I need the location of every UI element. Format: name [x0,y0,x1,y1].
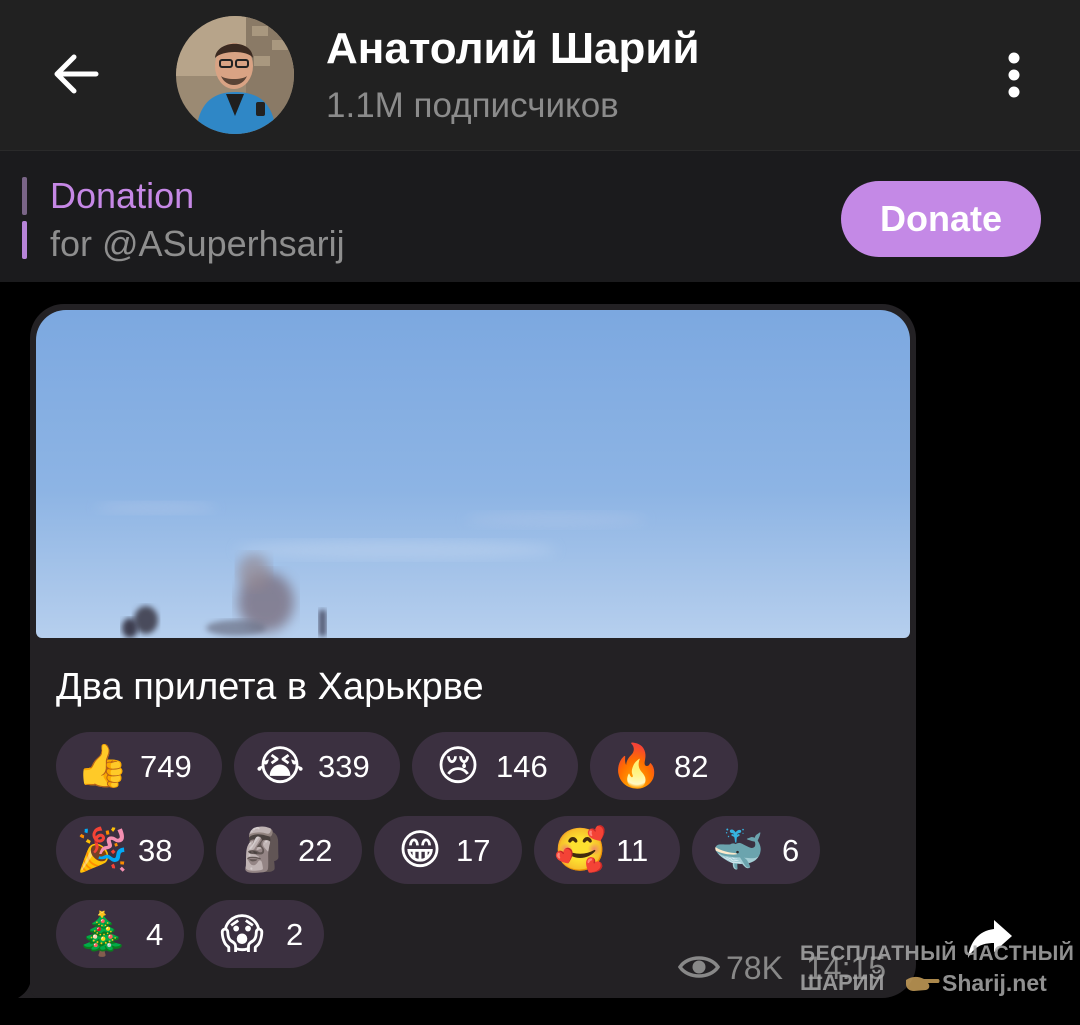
reaction-count: 82 [674,749,709,784]
reaction-chip-crying[interactable]: 😢 146 [412,732,578,800]
message-bubble[interactable]: Два прилета в Харькрве [30,304,916,998]
party-popper-icon: 🎉 [76,825,129,874]
reaction-count: 22 [298,833,333,868]
reaction-chip-christmas-tree[interactable]: 🎄 4 [56,900,184,968]
reaction-count: 11 [616,833,649,868]
donate-button[interactable]: Donate [841,181,1041,257]
post-caption: Два прилета в Харькрве [56,666,484,708]
pinned-subtitle: for @ASuperhsarij [50,223,345,264]
pointing-hand-icon [906,976,940,991]
reaction-chip-grinning[interactable]: 😁 17 [374,816,522,884]
reaction-count: 2 [286,917,304,952]
reaction-count: 17 [456,833,491,868]
more-options-icon[interactable] [998,50,1030,100]
reaction-count: 4 [146,917,164,952]
grinning-face-icon: 😁 [398,825,442,874]
reaction-count: 339 [318,749,370,784]
reaction-chip-thumbs-up[interactable]: 👍 749 [56,732,222,800]
channel-avatar[interactable] [176,16,294,134]
reaction-chip-party[interactable]: 🎉 38 [56,816,204,884]
views-eye-icon [678,956,720,978]
reaction-chip-smiling-hearts[interactable]: 🥰 11 [534,816,680,884]
christmas-tree-icon: 🎄 [76,909,129,958]
watermark-line2-name: ШАРИЙ [800,970,885,995]
moai-icon: 🗿 [236,825,289,874]
back-arrow-icon[interactable] [48,46,104,102]
reaction-count: 38 [138,833,173,868]
reaction-chip-whale[interactable]: 🐳 6 [692,816,820,884]
reaction-chip-screaming[interactable]: 😱 2 [196,900,324,968]
loudly-crying-icon: 😭 [255,741,305,790]
channel-title[interactable]: Анатолий Шарий [326,24,700,74]
watermark-line1: БЕСПЛАТНЫЙ ЧАСТНЫЙ [800,942,1075,965]
reaction-chip-fire[interactable]: 🔥 82 [590,732,738,800]
thumbs-up-icon: 👍 [76,741,129,790]
subscriber-count: 1.1M подписчиков [326,86,619,125]
watermark-site: Sharij.net [942,970,1047,996]
reaction-chip-loudly-crying[interactable]: 😭 339 [234,732,400,800]
watermark: БЕСПЛАТНЫЙ ЧАСТНЫЙ ШАРИЙ Sharij.net [800,942,1074,998]
screaming-face-icon: 😱 [220,909,264,958]
reaction-count: 749 [140,749,192,784]
fire-icon: 🔥 [610,741,663,790]
pinned-indicator [22,177,27,215]
reaction-chip-moai[interactable]: 🗿 22 [216,816,362,884]
reaction-count: 146 [496,749,548,784]
smiling-hearts-icon: 🥰 [554,825,607,874]
whale-icon: 🐳 [712,825,765,874]
view-count: 78K [726,950,783,986]
chat-header: Анатолий Шарий 1.1M подписчиков [0,0,1080,150]
pinned-donation-bar[interactable]: Donation for @ASuperhsarij Donate [0,150,1080,282]
reaction-count: 6 [782,833,800,868]
crying-face-icon: 😢 [436,741,480,790]
post-video-preview[interactable] [36,310,910,638]
pinned-indicator-active [22,221,27,259]
pinned-title: Donation [50,175,195,216]
